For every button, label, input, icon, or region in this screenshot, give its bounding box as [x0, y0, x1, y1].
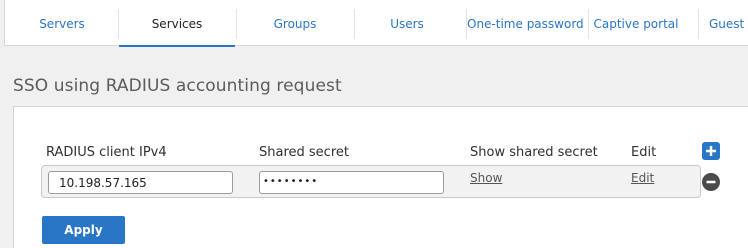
shared-secret-field[interactable]: ••••••••	[259, 171, 444, 194]
section-title: SSO using RADIUS accounting request	[13, 76, 342, 96]
remove-row-button[interactable]	[702, 173, 720, 191]
tab-divider	[698, 9, 699, 39]
tab-groups[interactable]: Groups	[237, 0, 353, 46]
show-secret-link[interactable]: Show	[470, 171, 502, 185]
tab-servers[interactable]: Servers	[7, 0, 117, 46]
apply-button[interactable]: Apply	[42, 216, 125, 244]
tab-users[interactable]: Users	[355, 0, 459, 46]
column-header-shared-secret: Shared secret	[259, 145, 349, 160]
tab-one-time-password[interactable]: One-time password	[467, 0, 584, 46]
column-header-edit: Edit	[631, 145, 657, 160]
column-header-client-ip: RADIUS client IPv4	[46, 145, 167, 160]
add-row-button[interactable]	[702, 142, 720, 160]
column-header-show-secret: Show shared secret	[470, 145, 598, 160]
tab-services[interactable]: Services	[119, 0, 235, 47]
tab-guest[interactable]: Guest	[709, 0, 748, 46]
plus-icon	[706, 146, 716, 156]
tab-captive-portal[interactable]: Captive portal	[589, 0, 683, 46]
tab-bar: Servers Services Groups Users One-time p…	[4, 0, 748, 47]
minus-circle-icon	[706, 180, 716, 184]
edit-row-link[interactable]: Edit	[631, 171, 654, 185]
radius-client-ip-input[interactable]	[48, 171, 233, 194]
